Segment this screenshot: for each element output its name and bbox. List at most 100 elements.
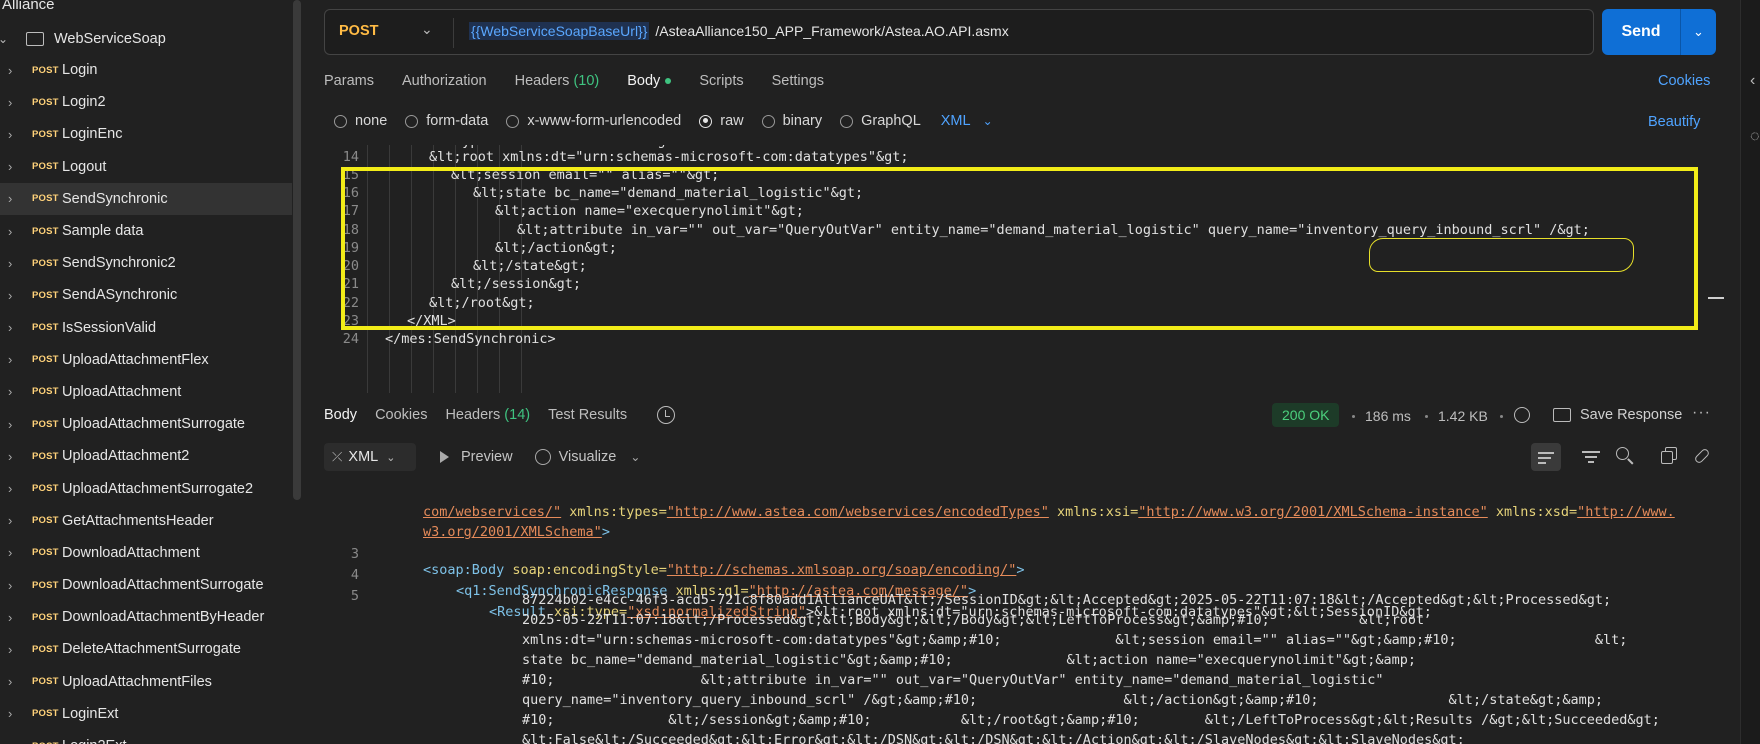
collapse-icon[interactable]: ‹ — [1750, 72, 1755, 90]
chevron-down-icon[interactable]: ⌄ — [0, 32, 12, 46]
method-select[interactable]: POST — [339, 23, 378, 39]
chevron-down-icon[interactable]: ⌄ — [421, 21, 433, 38]
tab-body[interactable]: Body — [627, 73, 672, 89]
radio-raw[interactable]: raw — [699, 113, 744, 129]
status-badge[interactable]: 200 OK — [1272, 403, 1340, 427]
sidebar-item-request[interactable]: › POST LoginEnc — [0, 118, 292, 150]
info-icon[interactable]: ◌ — [1750, 128, 1760, 146]
history-icon[interactable] — [657, 406, 675, 424]
chevron-right-icon[interactable]: › — [8, 63, 18, 78]
tab-scripts[interactable]: Scripts — [699, 73, 743, 89]
radio-icon[interactable] — [761, 114, 775, 128]
radio-form-data[interactable]: form-data — [405, 113, 488, 129]
sidebar-item-request[interactable]: › POST Login — [0, 54, 292, 86]
chevron-right-icon[interactable]: › — [8, 159, 18, 174]
response-body-viewer[interactable]: com/webservices/" xmlns:types="http://ww… — [315, 480, 1715, 744]
chevron-down-icon[interactable]: ⌄ — [630, 450, 640, 464]
chevron-right-icon[interactable]: › — [8, 739, 18, 744]
chevron-right-icon[interactable]: › — [8, 384, 18, 399]
link-icon[interactable] — [1692, 446, 1712, 466]
chevron-right-icon[interactable]: › — [8, 674, 18, 689]
sidebar-item-request[interactable]: › POST UploadAttachmentSurrogate — [0, 408, 292, 440]
beautify-button[interactable]: Beautify — [1648, 114, 1700, 130]
radio-binary[interactable]: binary — [761, 113, 822, 129]
tab-response-body[interactable]: Body — [324, 407, 357, 423]
sidebar-item-request[interactable]: › POST DownloadAttachmentSurrogate — [0, 569, 292, 601]
sidebar-item-request[interactable]: › POST IsSessionValid — [0, 312, 292, 344]
language-select[interactable]: XML — [941, 113, 971, 129]
chevron-right-icon[interactable]: › — [8, 224, 18, 239]
radio-graphql[interactable]: GraphQL — [840, 113, 921, 129]
sidebar-item-request[interactable]: › POST UploadAttachmentFiles — [0, 666, 292, 698]
tab-response-headers[interactable]: Headers (14) — [445, 407, 530, 423]
sidebar-item-request[interactable]: › POST DeleteAttachmentSurrogate — [0, 633, 292, 665]
chevron-right-icon[interactable]: › — [8, 256, 18, 271]
sidebar-item-request[interactable]: › POST LoginExt — [0, 698, 292, 730]
wrap-lines-button[interactable] — [1531, 443, 1561, 471]
chevron-right-icon[interactable]: › — [8, 127, 18, 142]
sidebar-item-request[interactable]: › POST Sample data — [0, 215, 292, 247]
url-input[interactable]: {{WebServiceSoapBaseUrl}} /AsteaAlliance1… — [469, 22, 1009, 40]
sidebar-item-request[interactable]: › POST Logout — [0, 151, 292, 183]
tab-headers[interactable]: Headers (10) — [515, 73, 600, 89]
chevron-right-icon[interactable]: › — [8, 95, 18, 110]
tab-authorization[interactable]: Authorization — [402, 73, 487, 89]
sidebar-item-request[interactable]: › POST UploadAttachment2 — [0, 440, 292, 472]
radio-icon[interactable] — [840, 114, 854, 128]
sidebar-item-request[interactable]: › POST UploadAttachment — [0, 376, 292, 408]
chevron-right-icon[interactable]: › — [8, 578, 18, 593]
chevron-right-icon[interactable]: › — [8, 642, 18, 657]
globe-icon[interactable] — [1514, 407, 1530, 423]
chevron-right-icon[interactable]: › — [8, 320, 18, 335]
chevron-right-icon[interactable]: › — [8, 449, 18, 464]
chevron-right-icon[interactable]: › — [8, 288, 18, 303]
chevron-right-icon[interactable]: › — [8, 706, 18, 721]
radio-none[interactable]: none — [334, 113, 387, 129]
chevron-right-icon[interactable]: › — [8, 417, 18, 432]
chevron-right-icon[interactable]: › — [8, 513, 18, 528]
chevron-down-icon[interactable]: ⌄ — [983, 114, 993, 128]
sidebar-item-request[interactable]: › POST SendASynchronic — [0, 279, 292, 311]
chevron-down-icon[interactable]: ⌄ — [1681, 24, 1716, 40]
url-variable[interactable]: {{WebServiceSoapBaseUrl}} — [469, 22, 650, 40]
sidebar-item-request[interactable]: › POST DownloadAttachment — [0, 537, 292, 569]
folder-webservicesoap[interactable]: ⌄ WebServiceSoap — [0, 26, 166, 52]
chevron-right-icon[interactable]: › — [8, 352, 18, 367]
sidebar-item-request[interactable]: › POST DownloadAttachmentByHeader — [0, 601, 292, 633]
chevron-right-icon[interactable]: › — [8, 610, 18, 625]
sidebar-item-request[interactable]: › POST GetAttachmentsHeader — [0, 505, 292, 537]
sidebar-item-request[interactable]: › POST UploadAttachmentSurrogate2 — [0, 472, 292, 504]
url-path[interactable]: /AsteaAlliance150_APP_Framework/Astea.AO… — [655, 23, 1008, 39]
cookies-link[interactable]: Cookies — [1658, 73, 1710, 89]
filter-icon[interactable] — [1581, 446, 1601, 466]
tab-response-cookies[interactable]: Cookies — [375, 407, 427, 423]
chevron-right-icon[interactable]: › — [8, 191, 18, 206]
sidebar-item-request[interactable]: › POST Login2 — [0, 86, 292, 118]
response-time[interactable]: 186 ms — [1365, 408, 1411, 424]
save-response-button[interactable]: Save Response — [1553, 407, 1682, 423]
radio-icon[interactable] — [334, 114, 347, 128]
tab-settings[interactable]: Settings — [772, 73, 824, 89]
send-button[interactable]: Send ⌄ — [1602, 9, 1716, 55]
radio-icon[interactable] — [699, 114, 713, 128]
preview-button[interactable]: Preview — [440, 449, 513, 465]
copy-icon[interactable] — [1660, 446, 1680, 466]
more-options-icon[interactable]: ··· — [1692, 404, 1711, 422]
sidebar-item-request[interactable]: › POST UploadAttachmentFlex — [0, 344, 292, 376]
sidebar-item-request[interactable]: › POST SendSynchronic — [0, 182, 292, 215]
response-size[interactable]: 1.42 KB — [1438, 408, 1488, 424]
tab-test-results[interactable]: Test Results — [548, 407, 627, 423]
visualize-button[interactable]: Visualize — [534, 449, 616, 465]
search-icon[interactable] — [1615, 446, 1635, 466]
tab-params[interactable]: Params — [324, 73, 374, 89]
format-select[interactable]: ⤫ XML ⌄ — [324, 443, 416, 471]
sidebar-item-request[interactable]: › POSTLogin2Ext — [0, 730, 292, 744]
sidebar-item-request[interactable]: › POST SendSynchronic2 — [0, 247, 292, 279]
radio-icon[interactable] — [506, 114, 520, 128]
sidebar-scrollbar[interactable] — [293, 0, 301, 500]
chevron-right-icon[interactable]: › — [8, 545, 18, 560]
chevron-right-icon[interactable]: › — [8, 481, 18, 496]
send-label[interactable]: Send — [1602, 23, 1680, 41]
radio-x-www-form-urlencoded[interactable]: x-www-form-urlencoded — [506, 113, 681, 129]
radio-icon[interactable] — [405, 114, 419, 128]
